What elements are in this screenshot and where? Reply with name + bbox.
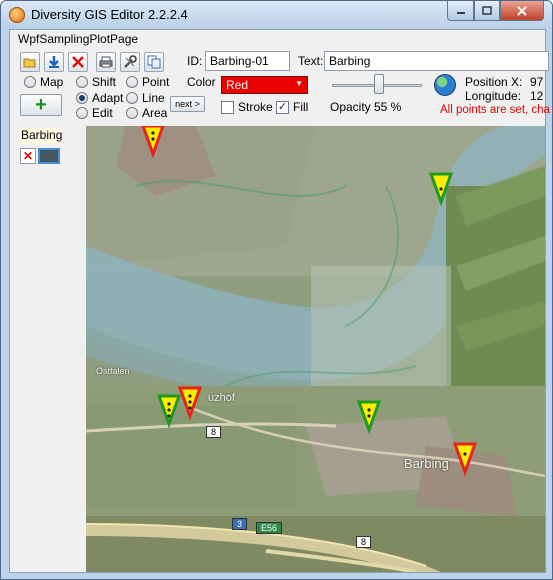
checkbox-box: ✓	[276, 100, 289, 114]
delete-button[interactable]	[68, 52, 88, 72]
point-radio[interactable]: Point	[126, 75, 169, 89]
minimize-icon	[456, 11, 465, 14]
road-sign-8-bottom: 8	[356, 536, 372, 548]
id-label: ID:	[187, 54, 203, 68]
shift-radio[interactable]: Shift	[76, 75, 116, 89]
tools-button[interactable]	[120, 52, 140, 72]
page-label: WpfSamplingPlotPage	[18, 32, 139, 46]
map-label-town: Ostfalen	[96, 366, 130, 376]
maximize-icon	[482, 5, 492, 15]
radio-indicator	[76, 76, 88, 88]
minimize-button[interactable]	[447, 1, 474, 21]
longitude-label: Longitude:	[465, 89, 522, 103]
opacity-value: 55 %	[374, 100, 402, 114]
radio-indicator	[126, 107, 138, 119]
color-value: Red	[226, 78, 249, 92]
map-marker-green[interactable]	[428, 172, 454, 207]
opacity-label: Opacity	[330, 100, 371, 114]
road-sign-8-left: 8	[206, 426, 222, 438]
radio-indicator	[76, 107, 88, 119]
open-folder-icon	[23, 58, 36, 68]
close-icon: ✕	[22, 149, 34, 163]
sidebar-title: Barbing	[20, 128, 63, 144]
checkbox-label: Fill	[293, 100, 309, 114]
text-label: Text:	[298, 54, 324, 68]
map-thumbnail-button[interactable]	[38, 148, 60, 164]
open-button[interactable]	[20, 52, 40, 72]
print-icon	[99, 56, 113, 68]
line-radio[interactable]: Line	[126, 91, 165, 105]
radio-label: Shift	[92, 75, 117, 89]
client-area: WpfSamplingPlotPage ID: Text: Map S	[9, 29, 550, 573]
app-window: Diversity GIS Editor 2.2.2.4 WpfSampling…	[0, 0, 553, 580]
globe-icon	[434, 74, 456, 96]
text-field[interactable]	[324, 51, 549, 71]
position-x-label: Position X:	[465, 75, 523, 89]
map-marker-red[interactable]	[177, 386, 203, 421]
tools-icon	[124, 55, 137, 68]
map-mode-radio[interactable]: Map	[24, 75, 63, 89]
copy-icon	[147, 55, 161, 69]
radio-indicator	[126, 76, 138, 88]
color-dropdown[interactable]: Red ▼	[221, 76, 308, 94]
map-label-village: uzhof	[208, 392, 235, 404]
close-button[interactable]	[500, 1, 544, 21]
map-layers	[86, 126, 545, 572]
radio-indicator	[24, 76, 36, 88]
road-sign-e56: E56	[256, 522, 283, 534]
radio-indicator	[126, 92, 138, 104]
position-x-value: 97	[530, 75, 544, 89]
add-button[interactable]: +	[20, 94, 62, 116]
checkbox-box	[221, 100, 234, 114]
radio-label: Adapt	[92, 91, 124, 105]
map-marker-green[interactable]	[356, 400, 382, 435]
map-marker-red[interactable]	[452, 442, 478, 477]
longitude-value: 12	[530, 89, 544, 103]
radio-label: Map	[40, 75, 64, 89]
next-button[interactable]: next >	[170, 96, 205, 112]
chevron-down-icon: ▼	[295, 79, 303, 88]
map-marker-green[interactable]	[156, 394, 182, 429]
save-button[interactable]	[44, 52, 64, 72]
color-label: Color	[187, 75, 216, 89]
area-radio[interactable]: Area	[126, 106, 167, 120]
window-title: Diversity GIS Editor 2.2.2.4	[31, 7, 188, 22]
map-view[interactable]: Barbing Ostfalen uzhof 8 3 E56 8	[86, 126, 545, 572]
radio-label: Point	[142, 75, 170, 89]
id-field[interactable]	[205, 51, 290, 71]
radio-label: Line	[142, 91, 165, 105]
checkbox-label: Stroke	[238, 100, 273, 114]
delete-icon	[72, 56, 84, 68]
map-marker-red[interactable]	[141, 126, 165, 159]
radio-label: Area	[142, 106, 168, 120]
status-message: All points are set, cha	[440, 104, 550, 116]
radio-label: Edit	[92, 106, 113, 120]
radio-indicator	[76, 92, 88, 104]
map-label-barbing: Barbing	[404, 456, 449, 471]
maximize-button[interactable]	[474, 1, 500, 21]
remove-item-button[interactable]: ✕	[20, 148, 36, 164]
app-icon	[9, 7, 25, 23]
close-icon	[517, 5, 527, 16]
print-button[interactable]	[96, 52, 116, 72]
plus-icon: +	[35, 94, 47, 116]
road-sign-3: 3	[232, 518, 248, 530]
opacity-slider-thumb[interactable]	[374, 74, 384, 94]
edit-radio[interactable]: Edit	[76, 106, 113, 120]
adapt-radio[interactable]: Adapt	[76, 91, 123, 105]
save-icon	[49, 56, 59, 68]
fill-checkbox[interactable]: ✓ Fill	[276, 100, 308, 114]
title-bar[interactable]: Diversity GIS Editor 2.2.2.4	[1, 1, 552, 29]
stroke-checkbox[interactable]: Stroke	[221, 100, 273, 114]
copy-button[interactable]	[144, 52, 164, 72]
